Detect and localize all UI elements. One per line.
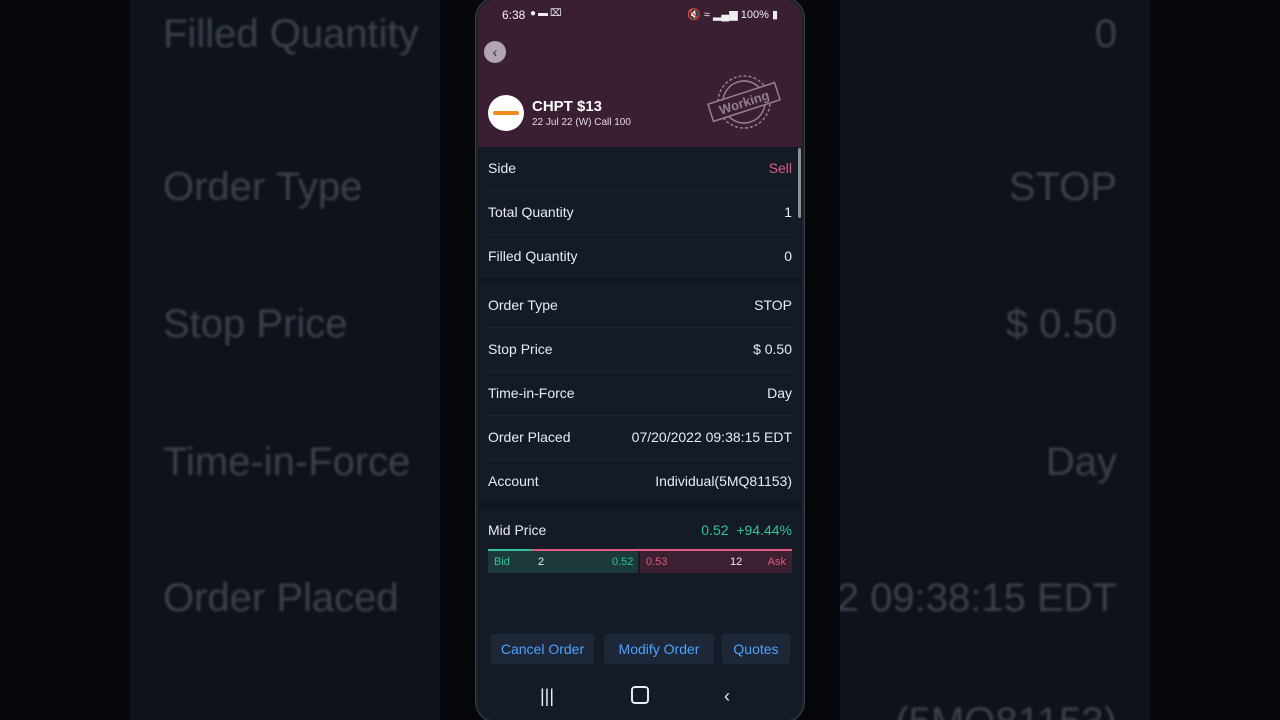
background-label: Order Type bbox=[163, 165, 363, 209]
battery-icon: ▮ bbox=[771, 9, 778, 21]
background-value: 2 09:38:15 EDT bbox=[840, 576, 1117, 620]
ask-indicator bbox=[531, 549, 792, 551]
phone-screen: 6:38 ●▬⌧ 🔇 ≈ ▂▄▆ 100% ▮ ‹ CHPT $13 22 Ju… bbox=[478, 0, 802, 720]
contract-subtitle: 22 Jul 22 (W) Call 100 bbox=[532, 117, 631, 128]
row-label: Time-in-Force bbox=[488, 385, 575, 401]
cancel-order-button[interactable]: Cancel Order bbox=[491, 634, 594, 664]
row-value: 07/20/2022 09:38:15 EDT bbox=[631, 429, 792, 445]
home-icon[interactable] bbox=[631, 686, 649, 709]
row-mid-price: Mid Price 0.52 +94.44% bbox=[488, 509, 792, 552]
row-order-type: Order Type STOP bbox=[488, 284, 792, 328]
row-label: Total Quantity bbox=[488, 204, 574, 220]
order-details: Side Sell Total Quantity 1 Filled Quanti… bbox=[478, 147, 802, 552]
row-value: $ 0.50 bbox=[753, 341, 792, 357]
row-value: 0 bbox=[784, 248, 792, 264]
side-value: Sell bbox=[768, 160, 792, 176]
row-time-in-force: Time-in-Force Day bbox=[488, 372, 792, 416]
row-value: STOP bbox=[754, 297, 792, 313]
row-label: Side bbox=[488, 160, 517, 176]
mid-price-label: Mid Price bbox=[488, 522, 547, 538]
ask-size: 12 bbox=[730, 556, 743, 568]
wifi-icon: ≈ bbox=[703, 9, 710, 21]
background-label: Time-in-Force bbox=[163, 440, 411, 484]
notification-icons: ●▬⌧ bbox=[530, 8, 564, 19]
bid-indicator bbox=[488, 549, 531, 551]
status-bar: 6:38 ●▬⌧ 🔇 ≈ ▂▄▆ 100% ▮ bbox=[478, 0, 802, 30]
recent-apps-icon[interactable]: ||| bbox=[540, 686, 554, 707]
background-value: STOP bbox=[1008, 165, 1117, 209]
row-label: Account bbox=[488, 473, 539, 489]
row-total-quantity: Total Quantity 1 bbox=[488, 191, 792, 235]
ask-price: 0.53 bbox=[646, 556, 668, 568]
bid-size: 2 bbox=[538, 556, 545, 568]
system-nav-bar: ||| ‹ bbox=[478, 676, 802, 720]
nav-back-icon[interactable]: ‹ bbox=[724, 686, 730, 707]
battery-label: 100% bbox=[740, 9, 769, 21]
row-account: Account Individual(5MQ81153) bbox=[488, 460, 792, 503]
background-left-panel: Filled Quantity Order Type Stop Price Ti… bbox=[130, 0, 440, 720]
signal-icon: ▂▄▆ bbox=[712, 9, 738, 21]
bid-price: 0.52 bbox=[612, 556, 634, 568]
row-value: 1 bbox=[784, 204, 792, 220]
row-value: Day bbox=[767, 385, 792, 401]
order-header: 6:38 ●▬⌧ 🔇 ≈ ▂▄▆ 100% ▮ ‹ CHPT $13 22 Ju… bbox=[478, 0, 802, 147]
background-right-panel: 0 STOP $ 0.50 Day 2 09:38:15 EDT (5MQ811… bbox=[840, 0, 1150, 720]
row-order-placed: Order Placed 07/20/2022 09:38:15 EDT bbox=[488, 416, 792, 460]
row-filled-quantity: Filled Quantity 0 bbox=[488, 235, 792, 278]
working-stamp: Working bbox=[706, 75, 782, 129]
quotes-button[interactable]: Quotes bbox=[722, 634, 790, 664]
chargepoint-logo-mark bbox=[493, 111, 519, 115]
row-value: Individual(5MQ81153) bbox=[655, 473, 792, 489]
bid-label: Bid bbox=[494, 556, 510, 568]
row-side: Side Sell bbox=[488, 147, 792, 191]
row-stop-price: Stop Price $ 0.50 bbox=[488, 328, 792, 372]
ask-label: Ask bbox=[767, 556, 786, 568]
bid-ask-bar: Bid 2 0.52 0.53 12 Ask bbox=[488, 549, 792, 573]
status-time: 6:38 bbox=[502, 8, 526, 22]
background-value: (5MQ81153) bbox=[895, 700, 1117, 720]
background-label: Order Placed bbox=[163, 576, 399, 620]
company-logo bbox=[488, 95, 524, 131]
background-label: Stop Price bbox=[163, 302, 348, 346]
action-bar: Cancel Order Modify Order Quotes bbox=[488, 634, 792, 664]
page-title: CHPT $13 bbox=[532, 98, 603, 115]
row-label: Order Placed bbox=[488, 429, 571, 445]
status-right: 🔇 ≈ ▂▄▆ 100% ▮ bbox=[687, 8, 778, 21]
mid-price-change: +94.44% bbox=[736, 522, 792, 538]
back-icon[interactable]: ‹ bbox=[484, 41, 506, 63]
background-value: $ 0.50 bbox=[1005, 302, 1117, 346]
row-label: Order Type bbox=[488, 297, 558, 313]
mute-icon: 🔇 bbox=[687, 9, 701, 21]
modify-order-button[interactable]: Modify Order bbox=[604, 634, 714, 664]
background-label: Filled Quantity bbox=[163, 12, 419, 56]
background-value: 0 bbox=[1094, 12, 1117, 56]
mid-price-value: 0.52 +94.44% bbox=[701, 522, 792, 538]
row-label: Stop Price bbox=[488, 341, 553, 357]
background-value: Day bbox=[1045, 440, 1117, 484]
row-label: Filled Quantity bbox=[488, 248, 578, 264]
mid-price: 0.52 bbox=[701, 522, 729, 538]
